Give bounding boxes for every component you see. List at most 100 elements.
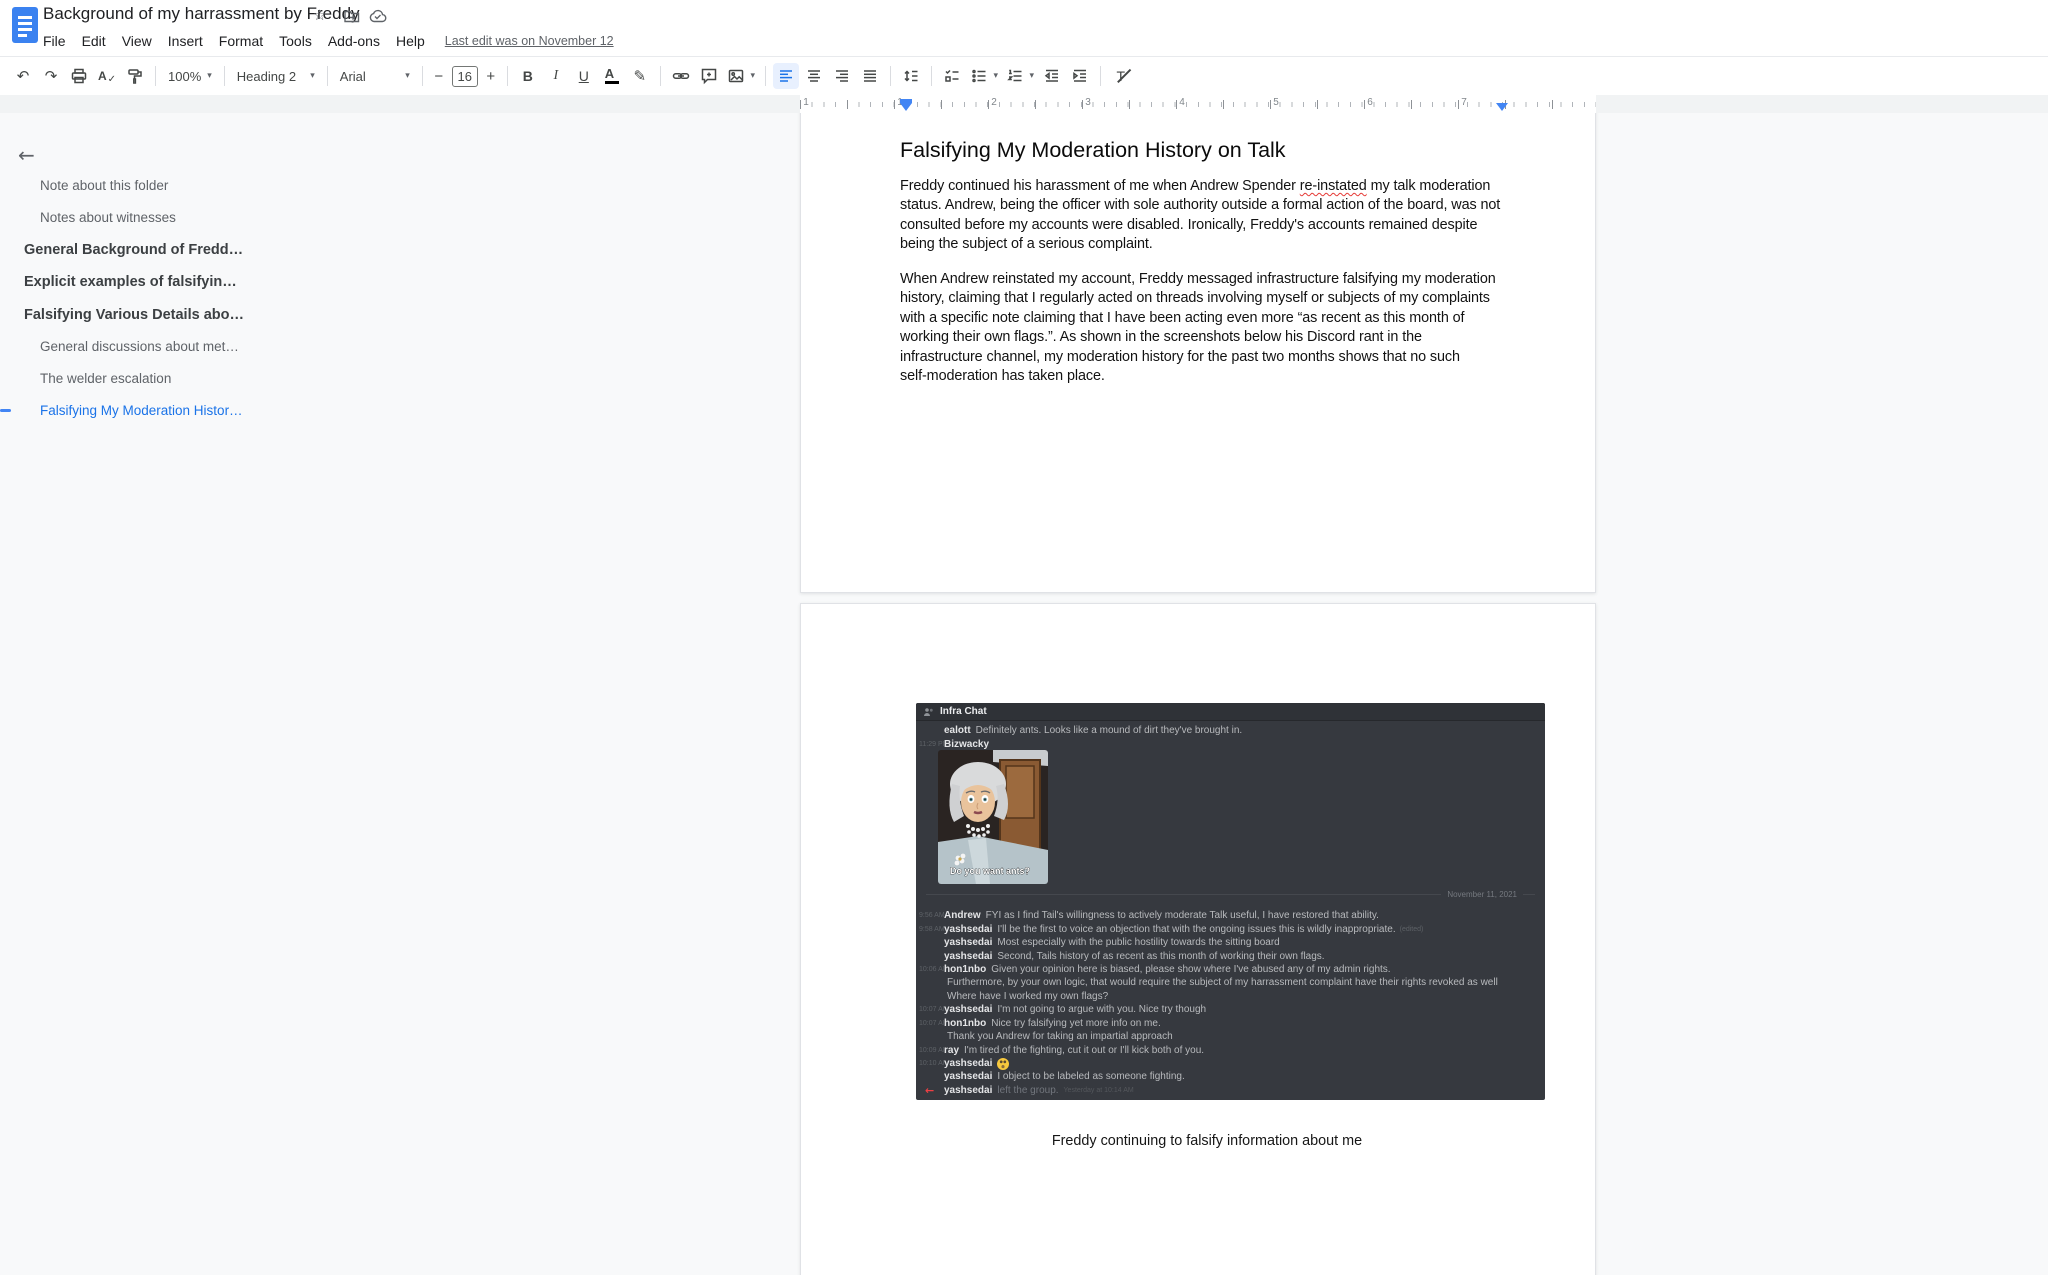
italic-button[interactable]: I — [543, 63, 569, 89]
move-to-folder-icon[interactable] — [344, 9, 360, 23]
chevron-down-icon: ▾ — [405, 71, 410, 81]
undo-button[interactable]: ↶ — [10, 63, 36, 89]
align-center-button[interactable] — [801, 63, 827, 89]
underline-icon: U — [579, 68, 589, 84]
menu-add-ons[interactable]: Add-ons — [320, 31, 388, 51]
chat-message-row: 9:56 AMAndrewFYI as I find Tail's willin… — [916, 909, 1545, 922]
cartoon-woman-image: Do you want ants? — [938, 750, 1048, 884]
chevron-down-icon: ▾ — [1030, 71, 1035, 81]
chat-message-row: 10:07 AMhon1nboNice try falsifying yet m… — [916, 1017, 1545, 1030]
align-right-button[interactable] — [829, 63, 855, 89]
toolbar: ↶ ↷ A ✓ 100% ▾ Heading 2 ▾ — [0, 57, 2048, 95]
outline-item[interactable]: Note about this folder — [40, 178, 168, 193]
highlight-color-button[interactable]: ✎ — [627, 63, 653, 89]
paragraph-2[interactable]: When Andrew reinstated my account, Fredd… — [900, 270, 1514, 386]
chat-message-row: 10:06 AMhon1nboGiven your opinion here i… — [916, 963, 1545, 976]
menu-edit[interactable]: Edit — [74, 31, 114, 51]
outline-item[interactable]: General Background of Fredd… — [24, 242, 243, 258]
zoom-select[interactable]: 100% ▾ — [162, 69, 218, 84]
comment-icon — [700, 67, 718, 85]
undo-icon: ↶ — [17, 67, 30, 85]
paragraph-style-select[interactable]: Heading 2 ▾ — [231, 69, 321, 84]
outline-item[interactable]: General discussions about met… — [40, 339, 239, 354]
align-left-icon — [777, 67, 795, 85]
chat-message-row: ealott Definitely ants. Looks like a mou… — [916, 724, 1545, 737]
chat-message-continuation: Furthermore, by your own logic, that wou… — [916, 976, 1545, 989]
print-button[interactable] — [66, 63, 92, 89]
paragraph-line[interactable]: Freddy continued his harassment of me wh… — [900, 177, 1514, 196]
clear-formatting-button[interactable]: T — [1108, 63, 1134, 89]
menu-view[interactable]: View — [114, 31, 160, 51]
insert-image-button[interactable]: ▾ — [724, 63, 758, 89]
outline-item[interactable]: Explicit examples of falsifyin… — [24, 274, 237, 290]
edited-tag: (edited) — [1400, 926, 1424, 933]
outline-item[interactable]: Falsifying Various Details abo… — [24, 307, 244, 323]
menu-insert[interactable]: Insert — [160, 31, 211, 51]
decrease-font-size-button[interactable]: − — [430, 63, 448, 89]
toolbar-divider — [155, 66, 156, 86]
decrease-indent-button[interactable] — [1039, 63, 1065, 89]
chat-message-row: 10:09 AMrayI'm tired of the fighting, cu… — [916, 1043, 1545, 1056]
chat-message-row: yashsedaiI object to be labeled as someo… — [916, 1070, 1545, 1083]
document-workspace: ← Note about this folder Notes about wit… — [0, 113, 2048, 1275]
google-docs-logo-icon[interactable] — [12, 7, 38, 43]
align-right-icon — [833, 67, 851, 85]
spellcheck-button[interactable]: A ✓ — [94, 63, 120, 89]
increase-indent-button[interactable] — [1067, 63, 1093, 89]
outline-item[interactable]: The welder escalation — [40, 371, 171, 386]
meme-image[interactable]: Do you want ants? — [938, 750, 1048, 884]
left-indent-marker[interactable] — [900, 103, 912, 111]
line-spacing-icon — [902, 67, 920, 85]
text-color-icon: A — [605, 68, 619, 85]
document-heading[interactable]: Falsifying My Moderation History on Talk — [900, 138, 1286, 163]
menu-help[interactable]: Help — [388, 31, 433, 51]
menu-tools[interactable]: Tools — [271, 31, 320, 51]
bold-button[interactable]: B — [515, 63, 541, 89]
chevron-down-icon: ▾ — [751, 71, 756, 81]
chevron-down-icon: ▾ — [207, 71, 212, 81]
align-left-button[interactable] — [773, 63, 799, 89]
topbar: Background of my harrassment by Freddy ☆… — [0, 0, 2048, 57]
indent-icon — [1071, 67, 1089, 85]
checklist-button[interactable] — [939, 63, 965, 89]
close-outline-icon[interactable]: ← — [18, 143, 35, 167]
outline-item-active[interactable]: Falsifying My Moderation Histor… — [40, 403, 243, 418]
chat-message-row: yashsedaiSecond, Tails history of as rec… — [916, 949, 1545, 962]
link-icon — [672, 67, 690, 85]
paint-roller-icon — [126, 67, 144, 85]
text-color-button[interactable]: A — [599, 63, 625, 89]
document-status-cloud-icon[interactable] — [369, 9, 387, 23]
outline-item[interactable]: Notes about witnesses — [40, 210, 176, 225]
increase-font-size-button[interactable]: + — [482, 63, 500, 89]
menu-format[interactable]: Format — [211, 31, 271, 51]
underline-button[interactable]: U — [571, 63, 597, 89]
align-center-icon — [805, 67, 823, 85]
misspelled-word: re-instated — [1300, 178, 1367, 194]
ruler-page-band: 1 1 2 3 4 5 6 7 — [800, 95, 1596, 113]
add-comment-button[interactable] — [696, 63, 722, 89]
menu-file[interactable]: File — [41, 31, 74, 51]
paragraph-1[interactable]: status. Andrew, being the officer with s… — [900, 196, 1514, 254]
toolbar-divider — [327, 66, 328, 86]
image-icon — [727, 67, 745, 85]
line-spacing-button[interactable] — [898, 63, 924, 89]
insert-link-button[interactable] — [668, 63, 694, 89]
justify-button[interactable] — [857, 63, 883, 89]
star-icon[interactable]: ☆ — [313, 7, 326, 23]
numbered-list-button[interactable]: ▾ — [1003, 63, 1037, 89]
paint-format-button[interactable] — [122, 63, 148, 89]
highlighter-icon: ✎ — [633, 67, 646, 85]
toolbar-divider — [507, 66, 508, 86]
image-caption[interactable]: Freddy continuing to falsify information… — [900, 1133, 1514, 1149]
horizontal-ruler[interactable]: 1 1 2 3 4 5 6 7 — [0, 95, 2048, 113]
chat-message-row: 9:58 AMyashsedaiI'll be the first to voi… — [916, 922, 1545, 935]
right-indent-marker[interactable] — [1496, 103, 1508, 111]
italic-icon: I — [553, 68, 558, 84]
embedded-discord-screenshot[interactable]: Infra Chat ealott Definitely ants. Looks… — [916, 703, 1545, 1100]
toolbar-divider — [422, 66, 423, 86]
bulleted-list-button[interactable]: ▾ — [967, 63, 1001, 89]
last-edit-link[interactable]: Last edit was on November 12 — [445, 34, 614, 48]
font-size-input[interactable]: 16 — [452, 66, 478, 87]
redo-button[interactable]: ↷ — [38, 63, 64, 89]
font-family-select[interactable]: Arial ▾ — [334, 69, 416, 84]
